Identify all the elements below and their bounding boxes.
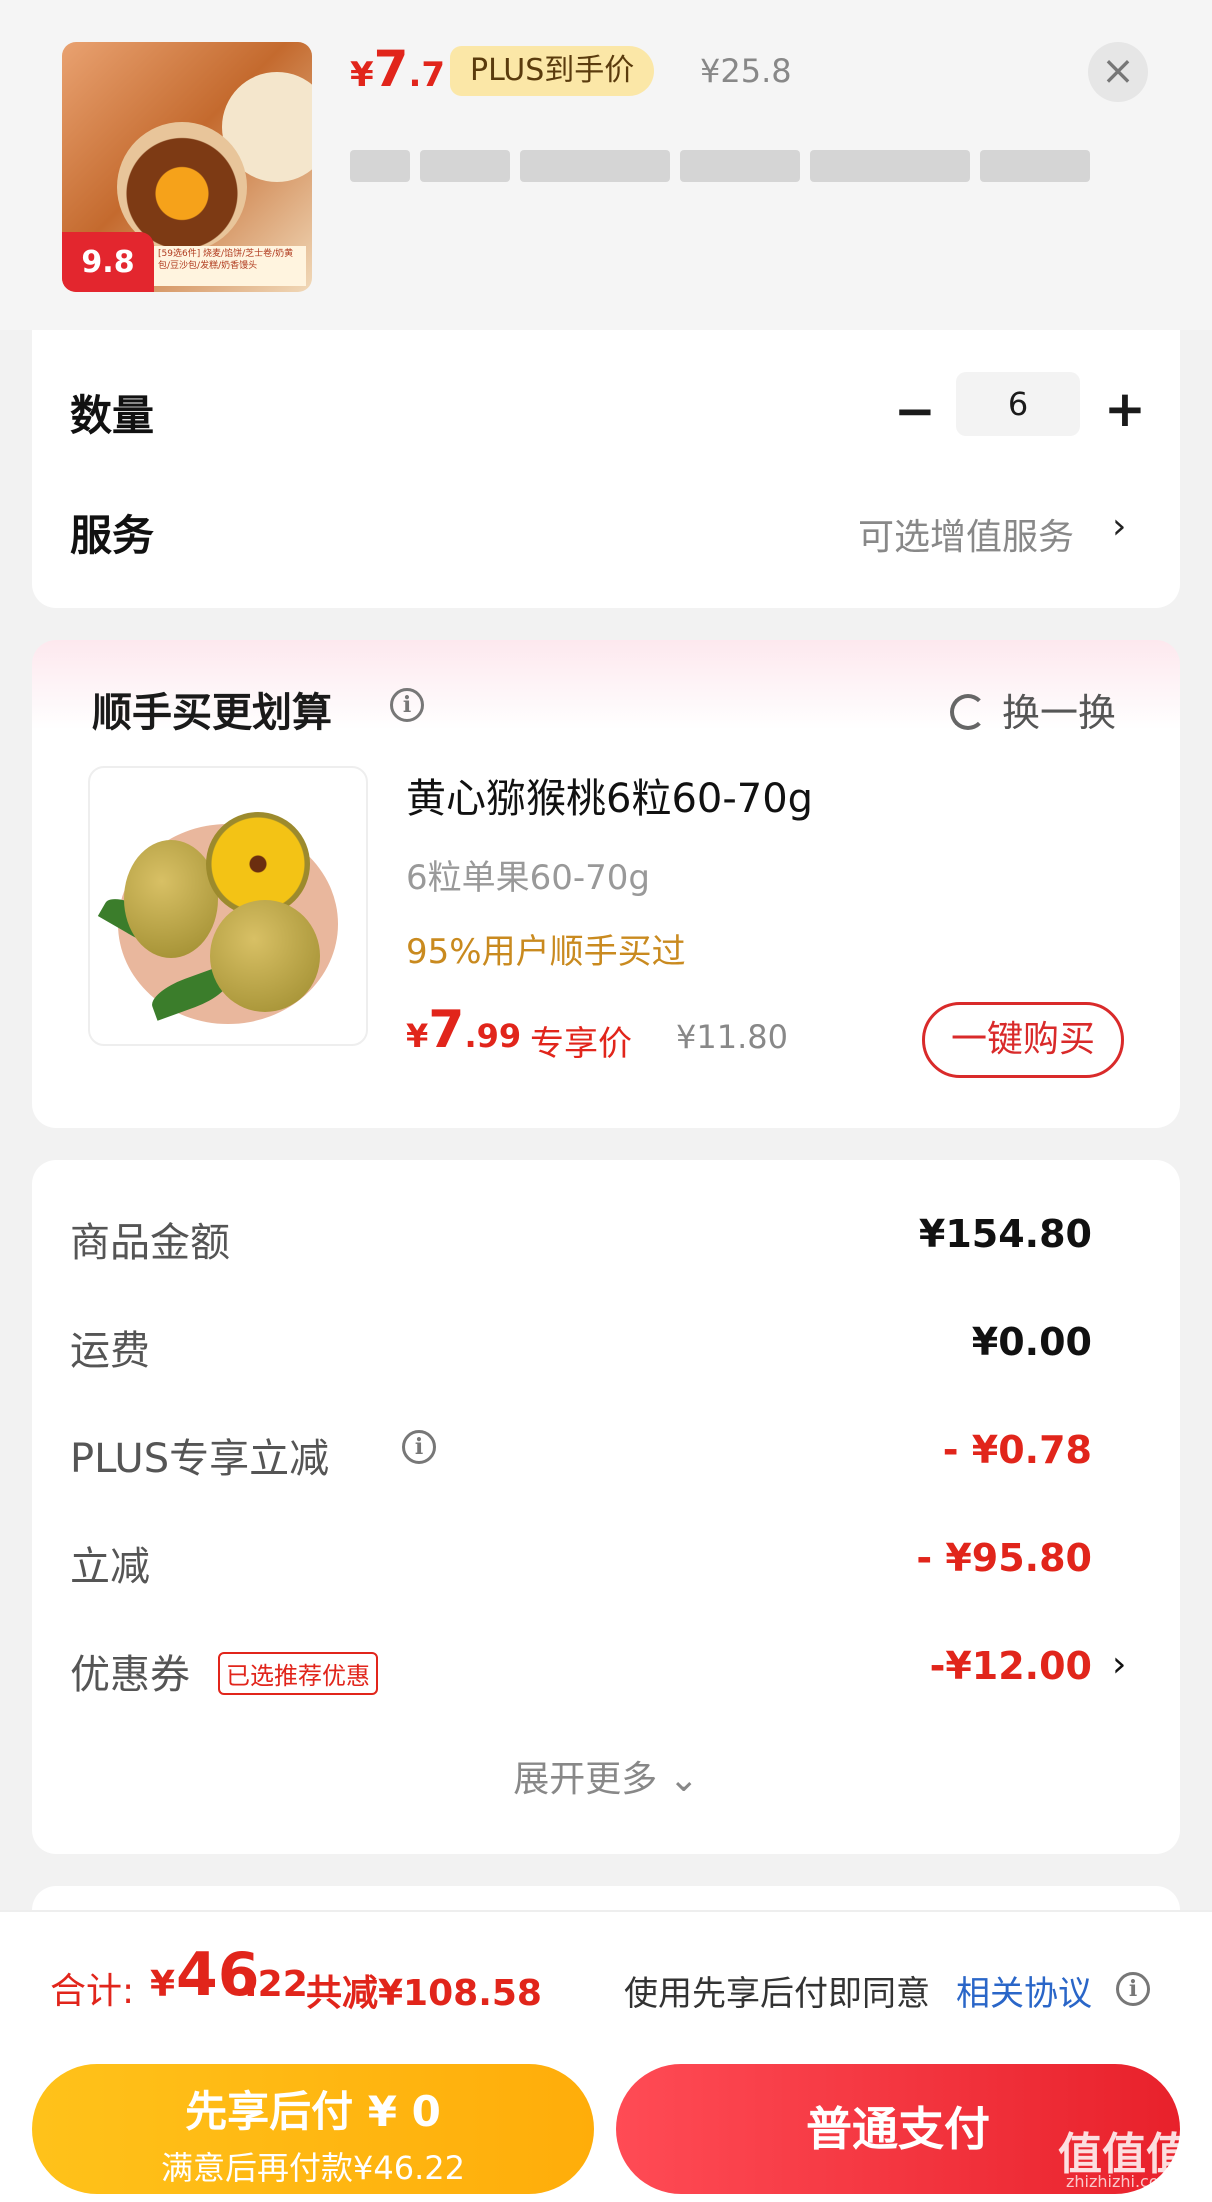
summary-label: 运费: [70, 1328, 150, 1374]
header-price-dec: .7: [408, 55, 446, 95]
upsell-price-yen: ¥: [406, 1017, 429, 1055]
header-original-price: ¥25.8: [700, 52, 792, 90]
chevron-right-icon[interactable]: ›: [1112, 1644, 1126, 1685]
expand-more-button[interactable]: 展开更多 ⌄: [32, 1750, 1180, 1802]
chevron-right-icon[interactable]: ›: [1112, 506, 1126, 547]
info-icon[interactable]: i: [1116, 1972, 1150, 2006]
refresh-icon: [950, 694, 986, 730]
info-icon[interactable]: i: [402, 1430, 436, 1464]
upsell-product-spec: 6粒单果60-70g: [406, 858, 651, 898]
quantity-minus-button[interactable]: −: [894, 382, 936, 440]
close-button[interactable]: ×: [1088, 42, 1148, 102]
total-dec: .22: [244, 1964, 308, 2005]
quantity-plus-button[interactable]: +: [1104, 380, 1146, 438]
info-icon[interactable]: i: [390, 688, 424, 722]
upsell-price: ¥7.99: [406, 1000, 521, 1060]
total-label: 合计:: [50, 1971, 135, 2012]
total-yen: ¥: [150, 1964, 176, 2005]
summary-row-instant-discount: 立减 - ¥95.80: [70, 1534, 1092, 1594]
refresh-label: 换一换: [1002, 691, 1117, 735]
order-summary-card: 商品金额 ¥154.80 运费 ¥0.00 PLUS专享立减 i - ¥0.78…: [32, 1160, 1180, 1854]
upsell-social-proof: 95%用户顺手买过: [406, 932, 686, 972]
product-header: [59选6件] 烧麦/馅饼/芝士卷/奶黄包/豆沙包/发糕/奶香馒头 9.8 ¥7…: [0, 0, 1212, 330]
blurred-product-title: [350, 140, 1160, 192]
pay-later-title: 先享后付 ¥ 0: [185, 2087, 441, 2136]
summary-label: 优惠券: [70, 1652, 190, 1698]
summary-value: ¥154.80: [918, 1212, 1092, 1256]
kiwi-product-image[interactable]: [88, 766, 368, 1046]
summary-row-shipping: 运费 ¥0.00: [70, 1318, 1092, 1378]
product-thumbnail[interactable]: [59选6件] 烧麦/馅饼/芝士卷/奶黄包/豆沙包/发糕/奶香馒头 9.8: [62, 42, 312, 292]
coupon-tag: 已选推荐优惠: [218, 1652, 378, 1695]
upsell-price-int: 7: [428, 1000, 465, 1060]
thumb-strip-text: [59选6件] 烧麦/馅饼/芝士卷/奶黄包/豆沙包/发糕/奶香馒头: [154, 246, 306, 286]
service-label: 服务: [70, 511, 155, 560]
summary-row-plus-discount: PLUS专享立减 i - ¥0.78: [70, 1426, 1092, 1486]
close-icon: ×: [1101, 48, 1135, 94]
upsell-title: 顺手买更划算: [92, 690, 332, 736]
plus-price-tag: PLUS到手价: [450, 46, 655, 96]
summary-value: - ¥0.78: [942, 1428, 1092, 1472]
pay-later-subtitle: 满意后再付款¥46.22: [161, 2149, 465, 2187]
summary-row-coupon[interactable]: 优惠券 已选推荐优惠 -¥12.00: [70, 1642, 1092, 1702]
agreement-text: 使用先享后付即同意: [624, 1974, 930, 2014]
quantity-input[interactable]: 6: [956, 372, 1080, 436]
kiwi-image: [210, 900, 320, 1012]
one-click-buy-button[interactable]: 一键购买: [922, 1002, 1124, 1078]
refresh-button[interactable]: 换一换: [950, 682, 1116, 737]
site-watermark-url: zhizhizhi.com: [1066, 2172, 1175, 2191]
summary-row-subtotal: 商品金额 ¥154.80: [70, 1210, 1092, 1270]
upsell-price-dec: .99: [464, 1017, 522, 1055]
summary-value: - ¥95.80: [916, 1536, 1092, 1580]
upsell-card: 顺手买更划算 i 换一换 黄心猕猴桃6粒60-70g 6粒单果60-70g 95…: [32, 640, 1180, 1128]
quantity-service-card: 数量 − 6 + 服务 可选增值服务 ›: [32, 330, 1180, 608]
upsell-product-title[interactable]: 黄心猕猴桃6粒60-70g: [406, 766, 813, 824]
total-saved: 共减¥108.58: [306, 1973, 542, 2014]
upsell-original-price: ¥11.80: [676, 1018, 788, 1056]
service-option-link[interactable]: 可选增值服务: [858, 508, 1074, 560]
agreement-link[interactable]: 相关协议: [956, 1966, 1092, 2015]
summary-label: 商品金额: [70, 1220, 230, 1266]
thumb-price-badge: 9.8: [62, 232, 154, 292]
summary-label: 立减: [70, 1544, 150, 1590]
upsell-exclusive-label: 专享价: [530, 1024, 632, 1064]
quantity-label: 数量: [70, 391, 155, 440]
header-price-int: 7: [373, 40, 409, 98]
kiwi-image: [124, 840, 218, 958]
summary-label: PLUS专享立减: [70, 1436, 330, 1482]
header-price: ¥7.7: [350, 40, 445, 98]
summary-value: -¥12.00: [929, 1644, 1092, 1688]
pay-later-button[interactable]: 先享后付 ¥ 0 满意后再付款¥46.22: [32, 2064, 594, 2194]
checkout-bar: 合计: ¥ 46 .22 共减¥108.58 使用先享后付即同意 相关协议 i …: [0, 1910, 1212, 2202]
summary-value: ¥0.00: [971, 1320, 1092, 1364]
header-price-yen: ¥: [350, 55, 374, 95]
